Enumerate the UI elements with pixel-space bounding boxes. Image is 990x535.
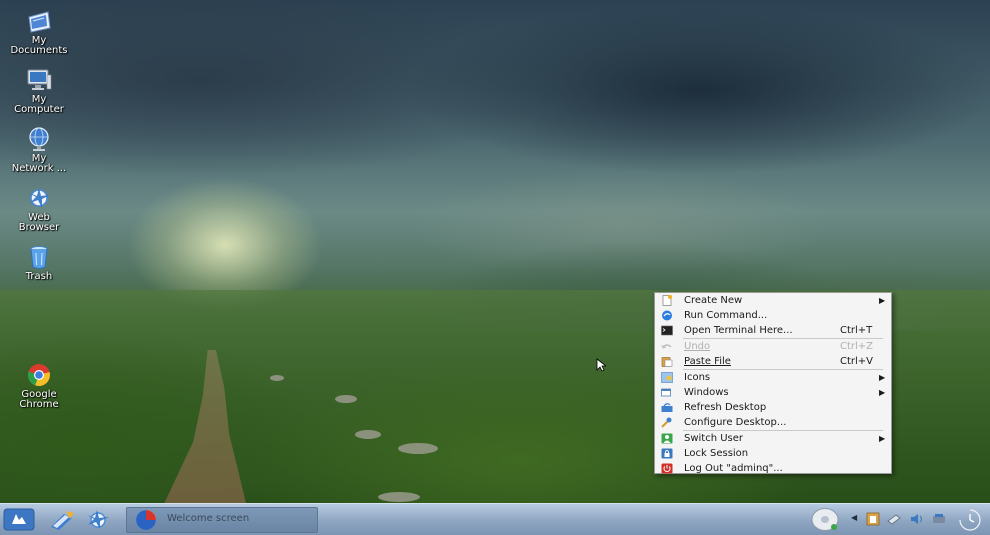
menu-item-paste-file[interactable]: Paste File Ctrl+V — [655, 354, 891, 369]
switch-user-icon — [661, 433, 673, 444]
trash-icon — [30, 246, 48, 269]
run-command-icon — [662, 310, 672, 321]
submenu-arrow-icon: ▶ — [879, 434, 886, 443]
usb-device-icon[interactable] — [932, 512, 946, 526]
menu-item-label: Lock Session — [684, 448, 749, 459]
web-browser-icon — [87, 510, 109, 529]
wallpaper-rock — [335, 395, 357, 403]
expand-arrow-icon[interactable]: ◀ — [851, 513, 857, 522]
menu-item-configure-desktop[interactable]: Configure Desktop... — [655, 415, 891, 430]
menu-item-label: Paste File — [684, 356, 731, 367]
task-label: Welcome screen — [167, 513, 250, 524]
submenu-arrow-icon: ▶ — [879, 373, 886, 382]
desktop-context-menu: Create New ▶ Run Command... Open Termina… — [654, 292, 892, 474]
terminal-icon — [661, 325, 673, 336]
menu-item-shortcut: Ctrl+Z — [840, 341, 874, 352]
menu-item-open-terminal[interactable]: Open Terminal Here... Ctrl+T — [655, 323, 891, 338]
undo-icon — [661, 344, 672, 349]
network-icon[interactable] — [887, 512, 901, 526]
menu-item-label: Refresh Desktop — [684, 402, 767, 413]
home-folder-icon — [51, 511, 74, 530]
menu-item-label: Create New — [684, 295, 743, 306]
paste-icon — [661, 357, 673, 367]
desktop-icon-label: Google Chrome — [19, 389, 59, 410]
mouse-cursor-icon — [596, 358, 606, 372]
quick-launch-web-browser[interactable] — [84, 508, 112, 531]
desktop-icon-label: My Network ... — [11, 153, 67, 174]
menu-item-switch-user[interactable]: Switch User ▶ — [655, 431, 891, 446]
logout-icon — [661, 463, 673, 474]
desktop-icon-google-chrome[interactable]: Google Chrome — [8, 362, 70, 410]
disc-icon — [811, 508, 839, 531]
web-browser-icon — [29, 188, 50, 208]
start-menu-button[interactable] — [3, 508, 35, 531]
menu-item-windows[interactable]: Windows ▶ — [655, 385, 891, 400]
quick-launch-home[interactable] — [48, 508, 78, 531]
new-document-icon — [662, 295, 672, 306]
chrome-icon — [27, 364, 50, 387]
menu-item-shortcut: Ctrl+V — [840, 356, 874, 367]
desktop-icon-label: Trash — [25, 271, 53, 282]
menu-item-label: Log Out "adminq"... — [684, 463, 783, 474]
wallpaper-rock — [398, 443, 438, 454]
desktop-icon-web-browser[interactable]: Web Browser — [8, 185, 70, 233]
refresh-icon — [661, 403, 673, 412]
desktop-icon-my-computer[interactable]: My Computer — [8, 67, 70, 115]
desktop-icon-my-documents[interactable]: My Documents — [8, 8, 70, 56]
windows-icon — [661, 388, 671, 397]
lock-icon — [661, 448, 673, 459]
menu-item-run-command[interactable]: Run Command... — [655, 308, 891, 323]
start-menu-icon — [3, 508, 35, 531]
menu-item-shortcut: Ctrl+T — [840, 325, 873, 336]
menu-item-label: Switch User — [684, 433, 744, 444]
submenu-arrow-icon: ▶ — [879, 296, 886, 305]
menu-item-label: Run Command... — [684, 310, 768, 321]
network-globe-icon — [29, 127, 49, 151]
menu-item-lock-session[interactable]: Lock Session — [655, 446, 891, 461]
tray-disc[interactable] — [810, 507, 840, 532]
taskbar-task-welcome-screen[interactable]: Welcome screen — [126, 507, 318, 533]
menu-item-create-new[interactable]: Create New ▶ — [655, 293, 891, 308]
volume-icon[interactable] — [910, 512, 924, 526]
desktop-icon-label: My Computer — [14, 94, 64, 115]
taskbar: Welcome screen ◀ — [0, 503, 990, 535]
wallpaper-rock — [270, 375, 284, 381]
wallpaper-rock — [378, 492, 420, 502]
folder-documents-icon — [28, 11, 51, 33]
submenu-arrow-icon: ▶ — [879, 388, 886, 397]
menu-item-label: Icons — [684, 372, 711, 383]
desktop-icon-label: Web Browser — [18, 212, 60, 233]
clock-icon[interactable] — [958, 508, 982, 532]
menu-item-label: Undo — [684, 341, 711, 352]
menu-item-icons[interactable]: Icons ▶ — [655, 370, 891, 385]
klipper-icon[interactable] — [866, 512, 880, 526]
computer-icon — [27, 69, 52, 90]
menu-item-refresh-desktop[interactable]: Refresh Desktop — [655, 400, 891, 415]
menu-item-label: Configure Desktop... — [684, 417, 787, 428]
desktop-icon-trash[interactable]: Trash — [8, 244, 70, 282]
menu-item-undo: Undo Ctrl+Z — [655, 339, 891, 354]
menu-item-log-out[interactable]: Log Out "adminq"... — [655, 461, 891, 476]
icons-icon — [661, 372, 673, 383]
welcome-screen-icon — [136, 510, 156, 530]
configure-icon — [661, 417, 672, 428]
menu-item-label: Open Terminal Here... — [684, 325, 793, 336]
menu-item-label: Windows — [684, 387, 729, 398]
wallpaper-rock — [355, 430, 381, 439]
desktop-icon-label: My Documents — [10, 35, 68, 56]
desktop-icon-my-network[interactable]: My Network ... — [8, 126, 70, 174]
